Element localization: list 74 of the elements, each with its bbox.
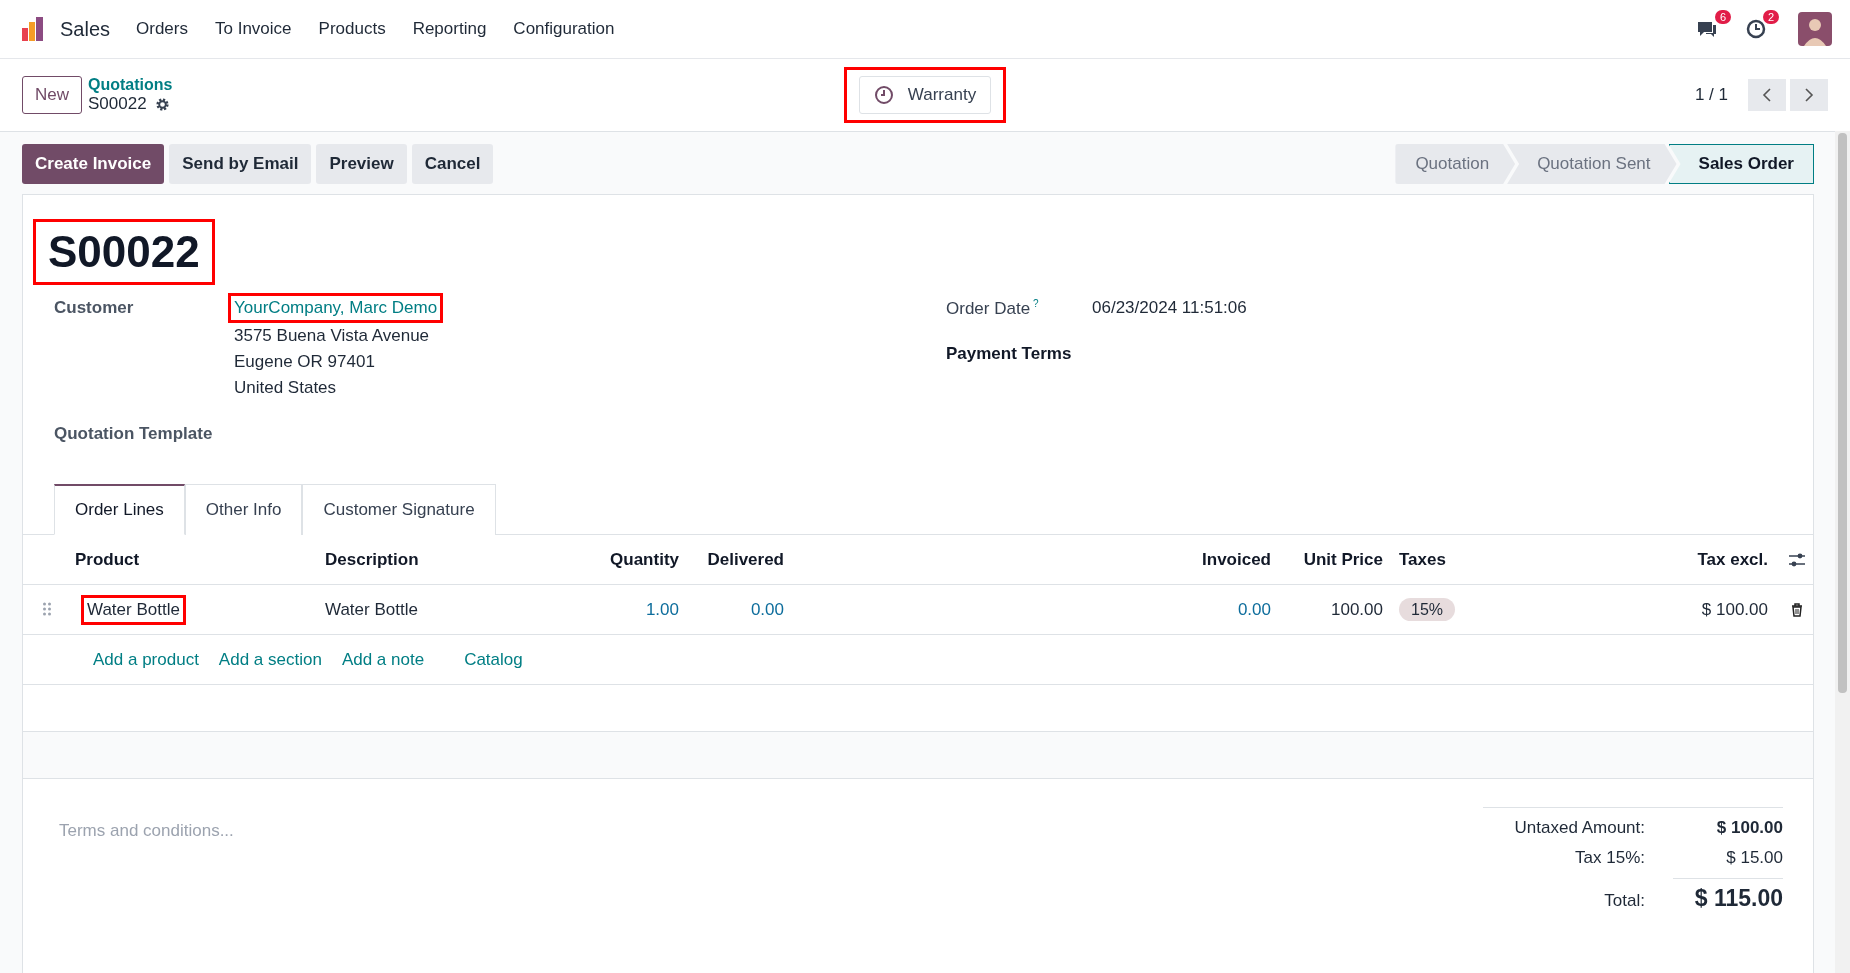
new-button[interactable]: New xyxy=(22,76,82,114)
column-header[interactable]: Description xyxy=(321,549,591,570)
breadcrumb-link[interactable]: Quotations xyxy=(88,75,173,95)
status-stage[interactable]: Quotation Sent xyxy=(1507,144,1677,184)
table-cell-text: 0.00 xyxy=(749,599,785,620)
field-label: Customer xyxy=(54,297,135,320)
column-header[interactable]: Quantity xyxy=(591,549,691,570)
action-button[interactable]: Cancel xyxy=(411,144,494,184)
next-button[interactable] xyxy=(1790,79,1828,111)
tab[interactable]: Order Lines xyxy=(54,484,185,536)
column-header[interactable]: Taxes xyxy=(1395,549,1498,570)
field-label: Payment Terms xyxy=(946,343,1073,365)
address-line: United States xyxy=(233,377,338,400)
address-line: Eugene OR 97401 xyxy=(233,351,376,374)
trash-icon[interactable] xyxy=(1790,602,1803,617)
menu-item[interactable]: To Invoice xyxy=(215,19,292,39)
chevron-right-icon xyxy=(1804,88,1814,102)
table-cell-text: 0.00 xyxy=(1236,599,1272,620)
tax-tag: 15% xyxy=(1399,597,1456,621)
drag-handle-icon[interactable] xyxy=(42,601,52,618)
total-value: $ 15.00 xyxy=(1725,848,1783,869)
total-label: Total: xyxy=(1604,891,1645,912)
scrollbar[interactable] xyxy=(1835,131,1850,973)
total-label: Tax 15%: xyxy=(1575,848,1645,869)
activity-count-badge: 2 xyxy=(1762,10,1779,24)
clock-icon xyxy=(873,85,894,105)
column-header[interactable]: Unit Price xyxy=(1283,549,1395,570)
customer-link[interactable]: YourCompany, Marc Demo xyxy=(234,298,438,318)
bar-chart-logo-icon[interactable] xyxy=(20,16,46,42)
table-cell: Water Bottle xyxy=(87,599,180,619)
table-cell-text: 1.00 xyxy=(644,599,680,620)
add-link[interactable]: Add a section xyxy=(218,649,322,670)
action-button[interactable]: Preview xyxy=(316,144,407,184)
total-label: Untaxed Amount: xyxy=(1514,818,1645,839)
column-header[interactable]: Tax excl. xyxy=(1498,549,1780,570)
chat-icon[interactable] xyxy=(1696,19,1718,39)
column-header[interactable]: Delivered xyxy=(691,549,796,570)
record-name: S00022 xyxy=(88,94,147,115)
tab[interactable]: Other Info xyxy=(184,484,303,536)
table-cell-text: $ 100.00 xyxy=(1700,599,1769,620)
column-header[interactable]: Invoiced xyxy=(796,549,1283,570)
chevron-left-icon xyxy=(1762,88,1772,102)
status-stage[interactable]: Sales Order xyxy=(1668,144,1814,184)
menu-item[interactable]: Configuration xyxy=(513,19,615,39)
field-label: Order Date $^{?}$ xyxy=(946,297,1040,320)
add-link[interactable]: Add a product xyxy=(93,649,199,670)
total-value: $ 100.00 xyxy=(1715,818,1783,839)
action-button[interactable]: Send by Email xyxy=(169,144,312,184)
add-link[interactable]: Catalog xyxy=(464,649,523,670)
help-mark[interactable]: ? xyxy=(1033,298,1039,310)
menu-item[interactable]: Reporting xyxy=(412,19,487,39)
status-stage[interactable]: Quotation xyxy=(1395,144,1516,184)
add-link[interactable]: Add a note xyxy=(341,649,425,670)
settings-icon[interactable] xyxy=(154,97,170,113)
order-title: S00022 xyxy=(48,228,200,277)
user-avatar[interactable] xyxy=(1798,12,1832,46)
total-value: $ 115.00 xyxy=(1673,878,1783,913)
previous-button[interactable] xyxy=(1748,79,1786,111)
table-cell-text: Water Bottle xyxy=(324,599,419,620)
menu-item[interactable]: Orders xyxy=(136,19,188,39)
tab[interactable]: Customer Signature xyxy=(302,484,496,536)
sliders-icon[interactable] xyxy=(1787,551,1806,568)
app-name[interactable]: Sales xyxy=(60,17,111,41)
field-label: Quotation Template xyxy=(54,423,214,445)
warranty-button[interactable]: Warranty xyxy=(858,76,992,114)
clock-icon[interactable] xyxy=(1746,19,1766,39)
pager-counter: 1 / 1 xyxy=(1694,85,1728,105)
menu-item[interactable]: Products xyxy=(318,19,386,39)
action-button[interactable]: Create Invoice xyxy=(22,144,165,184)
address-line: 3575 Buena Vista Avenue xyxy=(233,325,431,348)
field-value: 06/23/2024 11:51:06 xyxy=(1092,297,1247,320)
column-header[interactable]: Product xyxy=(71,549,321,570)
table-cell-text: 100.00 xyxy=(1330,599,1384,620)
message-count-badge: 6 xyxy=(1714,10,1731,24)
